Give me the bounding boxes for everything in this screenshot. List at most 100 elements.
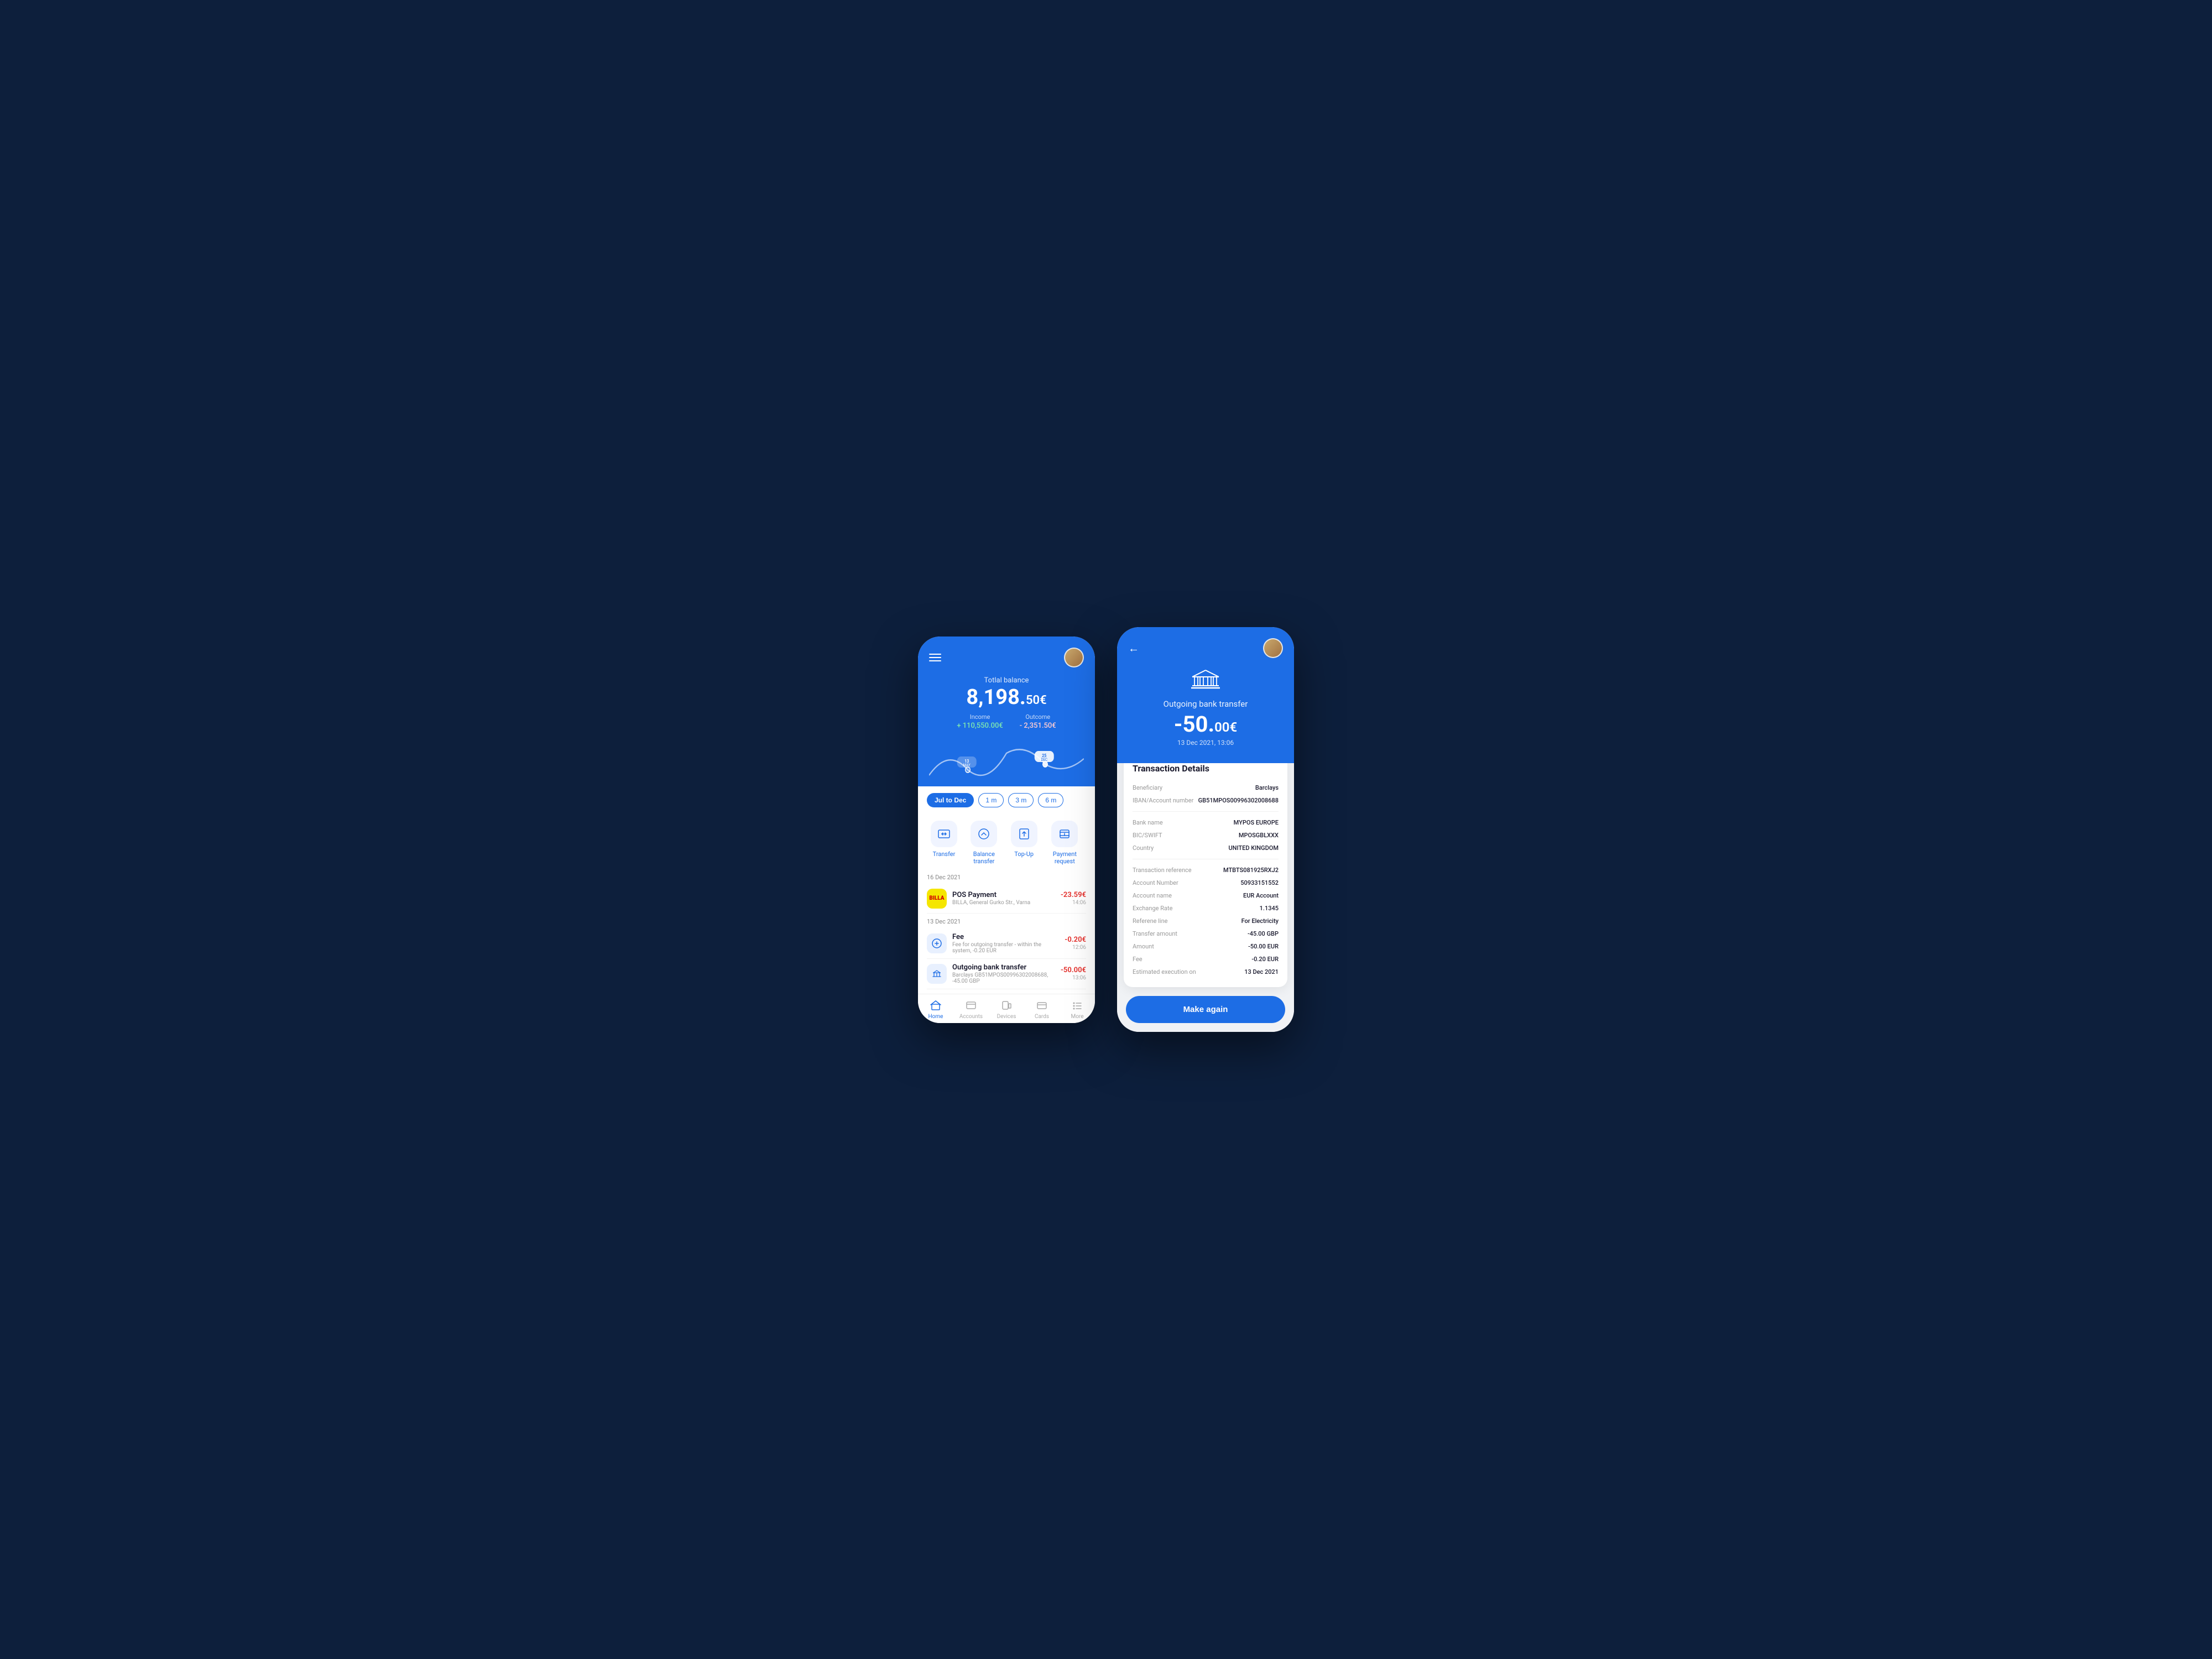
detail-row-country: Country UNITED KINGDOM: [1133, 842, 1279, 854]
detail-row-txref: Transaction reference MTBTS081925RXJ2: [1133, 864, 1279, 877]
qa-balance-transfer[interactable]: Balance transfer: [963, 821, 1005, 865]
outcome-item: Outcome - 2,351.50€: [1020, 713, 1056, 730]
qa-topup-label: Top-Up: [1014, 851, 1034, 858]
tx-billa-amount-block: -23.59€ 14:06: [1061, 891, 1086, 906]
balance-section: Totlal balance 8,198.50€ Income + 110,55…: [929, 676, 1084, 742]
scene: Totlal balance 8,198.50€ Income + 110,55…: [885, 594, 1327, 1065]
income-value: + 110,550.00€: [957, 722, 1003, 730]
transaction-detail-card: Transaction Details Beneficiary Barclays…: [1124, 763, 1287, 987]
detail-row-amount: Amount -50.00 EUR: [1133, 940, 1279, 953]
nav-home[interactable]: Home: [918, 999, 953, 1020]
nav-devices-label: Devices: [997, 1014, 1016, 1020]
tx-fee-amount: -0.20€: [1065, 936, 1086, 944]
qa-payment-request[interactable]: Payment request: [1044, 821, 1086, 865]
tx-bank-time: 13:06: [1061, 975, 1086, 981]
qa-transfer-label: Transfer: [933, 851, 956, 858]
nav-more-label: More: [1071, 1014, 1083, 1020]
tx-billa[interactable]: BILLA POS Payment BILLA, General Gurko S…: [927, 884, 1086, 914]
svg-text:MAY: MAY: [963, 763, 971, 768]
tx-fee-name: Fee: [952, 933, 1059, 941]
detail-row-refline: Referene line For Electricity: [1133, 915, 1279, 927]
accounts-icon: [964, 999, 978, 1012]
detail-row-bic: BIC/SWIFT MPOSGBLXXX: [1133, 829, 1279, 842]
nav-accounts-label: Accounts: [959, 1014, 983, 1020]
tx-billa-name: POS Payment: [952, 891, 1055, 899]
topup-icon: [1011, 821, 1037, 847]
svg-text:DEC: DEC: [1041, 757, 1047, 762]
nav-accounts[interactable]: Accounts: [953, 999, 989, 1020]
tx-billa-amount: -23.59€: [1061, 891, 1086, 899]
qa-payment-label: Payment request: [1044, 851, 1086, 865]
tx-fee-info: Fee Fee for outgoing transfer - within t…: [952, 933, 1059, 954]
tx-billa-info: POS Payment BILLA, General Gurko Str., V…: [952, 891, 1055, 906]
tx-billa-desc: BILLA, General Gurko Str., Varna: [952, 900, 1055, 906]
billa-icon: BILLA: [927, 889, 947, 909]
tx-bank-amount: -50.00€: [1061, 966, 1086, 974]
tx-bank-amount-block: -50.00€ 13:06: [1061, 966, 1086, 981]
detail-phone: ← Outgoing bank t: [1117, 627, 1294, 1032]
balance-transfer-icon: [971, 821, 997, 847]
bank-transfer-icon: [927, 964, 947, 984]
balance-chart: 13 MAY 25 DEC: [929, 742, 1084, 786]
date-range-1m[interactable]: 1 m: [978, 793, 1004, 807]
nav-devices[interactable]: Devices: [989, 999, 1024, 1020]
tx-bank-info: Outgoing bank transfer Barclays GB51MPOS…: [952, 963, 1055, 984]
date-range-6m[interactable]: 6 m: [1038, 793, 1063, 807]
date-range-3m[interactable]: 3 m: [1008, 793, 1034, 807]
detail-group-2: Bank name MYPOS EUROPE BIC/SWIFT MPOSGBL…: [1133, 816, 1279, 854]
cards-icon: [1035, 999, 1048, 1012]
tx-bank-transfer[interactable]: Outgoing bank transfer Barclays GB51MPOS…: [927, 959, 1086, 989]
income-outcome: Income + 110,550.00€ Outcome - 2,351.50€: [929, 713, 1084, 730]
home-header: Totlal balance 8,198.50€ Income + 110,55…: [918, 637, 1095, 786]
detail-card-title: Transaction Details: [1133, 763, 1279, 774]
menu-icon[interactable]: [929, 654, 941, 661]
detail-group-3: Transaction reference MTBTS081925RXJ2 Ac…: [1133, 864, 1279, 978]
outcome-value: - 2,351.50€: [1020, 722, 1056, 730]
make-again-button[interactable]: Make again: [1126, 996, 1285, 1023]
tx-fee[interactable]: Fee Fee for outgoing transfer - within t…: [927, 928, 1086, 959]
tx-bank-desc: Barclays GB51MPOS00996302008688, -45.00 …: [952, 972, 1055, 984]
detail-row-iban: IBAN/Account number GB51MPOS009963020086…: [1133, 794, 1279, 807]
bottom-nav: Home Accounts Devices: [918, 994, 1095, 1023]
income-item: Income + 110,550.00€: [957, 713, 1003, 730]
detail-row-beneficiary: Beneficiary Barclays: [1133, 781, 1279, 794]
back-button[interactable]: ←: [1128, 641, 1139, 655]
date-range: Jul to Dec 1 m 3 m 6 m: [918, 786, 1095, 814]
detail-inner: ← Outgoing bank t: [1117, 627, 1294, 1032]
balance-label: Totlal balance: [929, 676, 1084, 685]
nav-cards[interactable]: Cards: [1024, 999, 1060, 1020]
tx-fee-desc: Fee for outgoing transfer - within the s…: [952, 942, 1059, 954]
home-icon: [929, 999, 942, 1012]
nav-cards-label: Cards: [1035, 1014, 1049, 1020]
detail-row-execution: Estimated execution on 13 Dec 2021: [1133, 966, 1279, 978]
quick-actions: Transfer Balance transfer: [918, 814, 1095, 869]
detail-amount: -50.00€: [1128, 713, 1283, 735]
header-top: [929, 648, 1084, 667]
detail-title: Outgoing bank transfer: [1128, 699, 1283, 709]
qa-transfer[interactable]: Transfer: [927, 821, 961, 865]
nav-more[interactable]: More: [1060, 999, 1095, 1020]
detail-header: ← Outgoing bank t: [1117, 627, 1294, 763]
detail-row-bankname: Bank name MYPOS EUROPE: [1133, 816, 1279, 829]
nav-home-label: Home: [928, 1014, 943, 1020]
tx-fee-amount-block: -0.20€ 12:06: [1065, 936, 1086, 951]
home-phone: Totlal balance 8,198.50€ Income + 110,55…: [918, 637, 1095, 1023]
tx-date-16dec: 16 Dec 2021: [927, 869, 1086, 884]
qa-topup[interactable]: Top-Up: [1007, 821, 1041, 865]
detail-row-accnum: Account Number 50933151552: [1133, 877, 1279, 889]
avatar[interactable]: [1064, 648, 1084, 667]
fee-icon: [927, 933, 947, 953]
tx-bank-name: Outgoing bank transfer: [952, 963, 1055, 972]
balance-amount: 8,198.50€: [929, 687, 1084, 708]
more-icon: [1071, 999, 1084, 1012]
detail-group-1: Beneficiary Barclays IBAN/Account number…: [1133, 781, 1279, 807]
detail-date: 13 Dec 2021, 13:06: [1128, 739, 1283, 747]
detail-row-accname: Account name EUR Account: [1133, 889, 1279, 902]
transfer-icon: [931, 821, 957, 847]
detail-avatar[interactable]: [1263, 638, 1283, 658]
qa-balance-label: Balance transfer: [963, 851, 1005, 865]
date-range-active-btn[interactable]: Jul to Dec: [927, 793, 974, 807]
detail-row-transferamt: Transfer amount -45.00 GBP: [1133, 927, 1279, 940]
tx-fee-time: 12:06: [1065, 945, 1086, 951]
tx-billa-time: 14:06: [1061, 900, 1086, 906]
